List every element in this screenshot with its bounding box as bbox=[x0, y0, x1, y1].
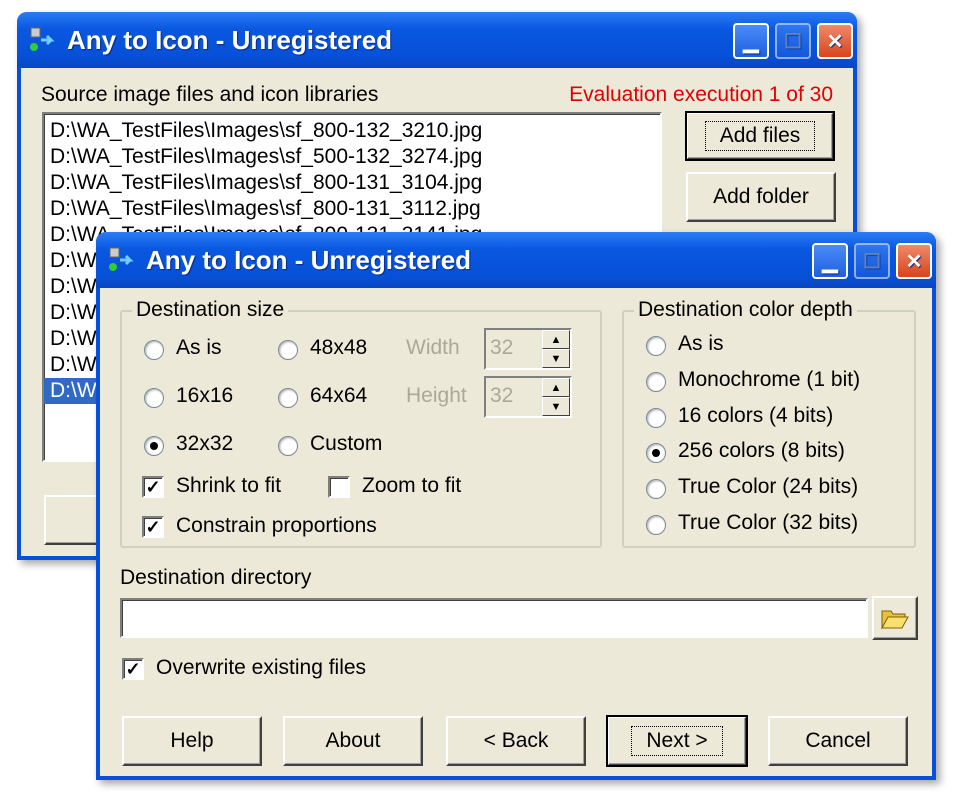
maximize-button[interactable]: ☐ bbox=[854, 243, 890, 279]
help-button[interactable]: Help bbox=[122, 716, 262, 766]
destination-size-group: Destination size As is 48x48 16x16 64x64… bbox=[120, 298, 602, 548]
constrain-label[interactable]: Constrain proportions bbox=[176, 514, 377, 538]
width-spinner[interactable]: 32 ▲ ▼ bbox=[484, 328, 572, 370]
cancel-label: Cancel bbox=[805, 729, 871, 752]
size-16-label[interactable]: 16x16 bbox=[176, 384, 233, 408]
size-custom-label[interactable]: Custom bbox=[310, 432, 382, 456]
add-folder-label: Add folder bbox=[713, 185, 809, 208]
depth-as-is-radio[interactable] bbox=[646, 336, 666, 356]
about-label: About bbox=[325, 729, 381, 752]
depth-24-label[interactable]: True Color (24 bits) bbox=[678, 475, 858, 499]
help-label: Help bbox=[170, 729, 214, 752]
list-item[interactable]: D:\WA_TestFiles\Images\sf_800-131_3104.j… bbox=[44, 170, 660, 196]
size-48-label[interactable]: 48x48 bbox=[310, 336, 367, 360]
overwrite-checkbox[interactable]: ✓ bbox=[122, 658, 144, 680]
size-32-label[interactable]: 32x32 bbox=[176, 432, 233, 456]
list-item[interactable]: D:\WA_TestFiles\Images\sf_800-131_3112.j… bbox=[44, 196, 660, 222]
title-bar[interactable]: Any to Icon - Unregistered ▁ ☐ ✕ bbox=[96, 232, 936, 288]
depth-mono-radio[interactable] bbox=[646, 372, 666, 392]
color-depth-label: Destination color depth bbox=[634, 298, 857, 322]
size-48-radio[interactable] bbox=[278, 340, 298, 360]
depth-as-is-label[interactable]: As is bbox=[678, 332, 724, 356]
add-files-button[interactable]: Add files bbox=[685, 111, 835, 161]
width-label: Width bbox=[406, 336, 460, 359]
depth-16-label[interactable]: 16 colors (4 bits) bbox=[678, 404, 833, 428]
size-64-label[interactable]: 64x64 bbox=[310, 384, 367, 408]
list-item[interactable]: D:\WA_TestFiles\Images\sf_800-132_3210.j… bbox=[44, 118, 660, 144]
browse-folder-button[interactable] bbox=[872, 596, 918, 640]
source-label: Source image files and icon libraries bbox=[41, 83, 379, 106]
depth-32-label[interactable]: True Color (32 bits) bbox=[678, 511, 858, 535]
width-value: 32 bbox=[490, 336, 514, 359]
next-button[interactable]: Next > bbox=[606, 715, 748, 767]
evaluation-text: Evaluation execution 1 of 30 bbox=[569, 83, 833, 106]
back-title: Any to Icon - Unregistered bbox=[67, 24, 393, 55]
back-title-bar[interactable]: Any to Icon - Unregistered ▁ ☐ ✕ bbox=[17, 12, 857, 68]
about-button[interactable]: About bbox=[283, 716, 423, 766]
cancel-button[interactable]: Cancel bbox=[768, 716, 908, 766]
back-label: < Back bbox=[483, 729, 549, 752]
shrink-to-fit-checkbox[interactable]: ✓ bbox=[142, 476, 164, 498]
close-button[interactable]: ✕ bbox=[896, 243, 932, 279]
add-files-label: Add files bbox=[704, 121, 816, 151]
window-title: Any to Icon - Unregistered bbox=[146, 244, 472, 275]
size-as-is-label[interactable]: As is bbox=[176, 336, 222, 360]
size-custom-radio[interactable] bbox=[278, 436, 298, 456]
depth-256-label[interactable]: 256 colors (8 bits) bbox=[678, 439, 845, 463]
depth-256-radio[interactable] bbox=[646, 443, 666, 463]
depth-32-radio[interactable] bbox=[646, 515, 666, 535]
size-32-radio[interactable] bbox=[144, 436, 164, 456]
app-icon bbox=[109, 247, 134, 271]
maximize-button[interactable]: ☐ bbox=[775, 23, 811, 59]
main-window: Any to Icon - Unregistered ▁ ☐ ✕ Destina… bbox=[96, 232, 936, 780]
zoom-to-fit-label[interactable]: Zoom to fit bbox=[362, 474, 461, 498]
shrink-to-fit-label[interactable]: Shrink to fit bbox=[176, 474, 281, 498]
destination-directory-input[interactable] bbox=[120, 598, 868, 638]
height-spinner[interactable]: 32 ▲ ▼ bbox=[484, 376, 572, 418]
color-depth-group: Destination color depth As is Monochrome… bbox=[622, 298, 916, 548]
destination-directory-label: Destination directory bbox=[120, 566, 312, 589]
next-label: Next > bbox=[631, 726, 723, 756]
folder-open-icon bbox=[881, 610, 909, 630]
depth-24-radio[interactable] bbox=[646, 479, 666, 499]
close-button[interactable]: ✕ bbox=[817, 23, 853, 59]
size-64-radio[interactable] bbox=[278, 388, 298, 408]
overwrite-label[interactable]: Overwrite existing files bbox=[156, 656, 366, 680]
add-folder-button[interactable]: Add folder bbox=[686, 172, 836, 222]
app-icon bbox=[30, 27, 55, 51]
constrain-checkbox[interactable]: ✓ bbox=[142, 516, 164, 538]
minimize-button[interactable]: ▁ bbox=[812, 243, 848, 279]
zoom-to-fit-checkbox[interactable] bbox=[328, 476, 350, 498]
depth-16-radio[interactable] bbox=[646, 408, 666, 428]
height-label: Height bbox=[406, 384, 467, 407]
depth-mono-label[interactable]: Monochrome (1 bit) bbox=[678, 368, 860, 392]
size-as-is-radio[interactable] bbox=[144, 340, 164, 360]
size-16-radio[interactable] bbox=[144, 388, 164, 408]
back-button[interactable]: < Back bbox=[446, 716, 586, 766]
height-value: 32 bbox=[490, 384, 514, 407]
list-item[interactable]: D:\WA_TestFiles\Images\sf_500-132_3274.j… bbox=[44, 144, 660, 170]
spin-down-icon[interactable]: ▼ bbox=[542, 349, 570, 368]
minimize-button[interactable]: ▁ bbox=[733, 23, 769, 59]
destination-size-label: Destination size bbox=[132, 298, 289, 322]
spin-down-icon[interactable]: ▼ bbox=[542, 397, 570, 416]
